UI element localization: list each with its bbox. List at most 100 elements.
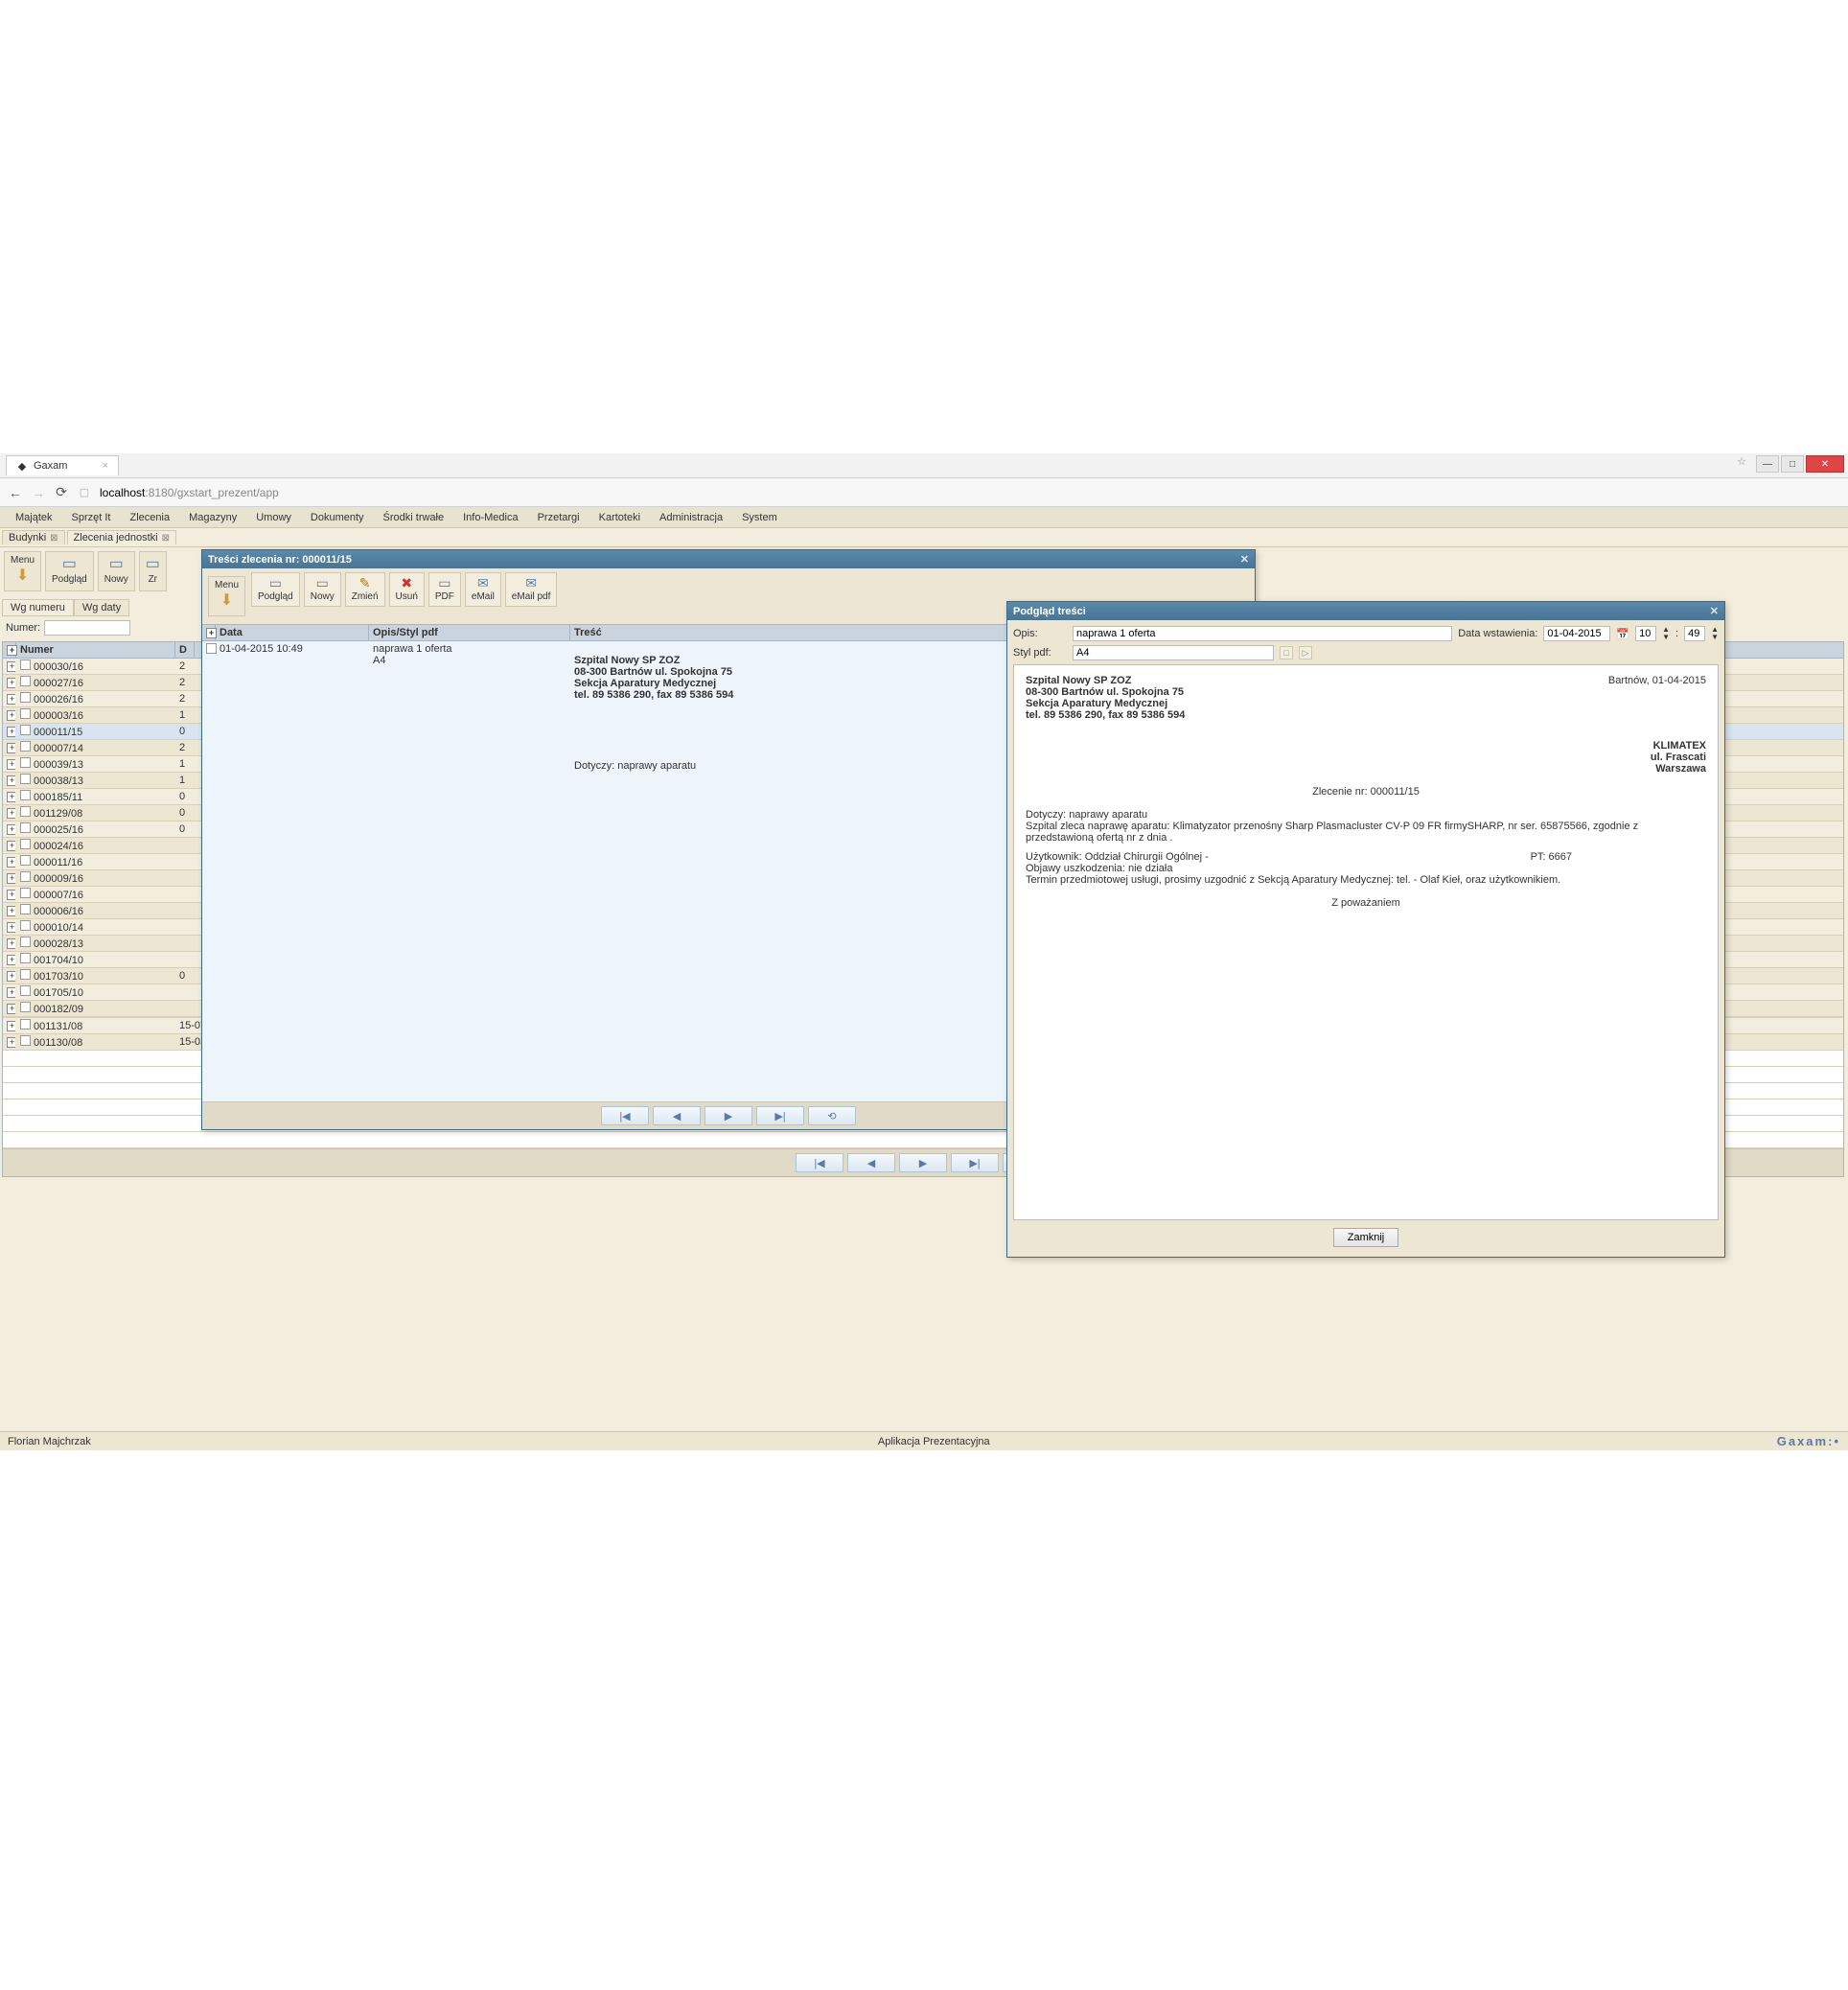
toolbar-button-email-pdf[interactable]: ✉eMail pdf (505, 572, 558, 607)
toolbar-button-pdf[interactable]: ▭PDF (428, 572, 461, 607)
styl-input[interactable] (1073, 645, 1274, 660)
toolbar-button-zmień[interactable]: ✎Zmień (345, 572, 385, 607)
menu-item[interactable]: Środki trwałe (374, 509, 454, 526)
row-checkbox[interactable] (20, 822, 31, 833)
m1-nav-refresh[interactable]: ⟲ (808, 1106, 856, 1125)
row-checkbox[interactable] (20, 871, 31, 882)
menu-item[interactable]: Majątek (6, 509, 62, 526)
expand-row-button[interactable]: + (7, 743, 16, 753)
opis-input[interactable] (1073, 626, 1452, 641)
expand-row-button[interactable]: + (7, 678, 16, 688)
expand-row-button[interactable]: + (7, 955, 16, 965)
tab-close-icon[interactable]: × (102, 460, 107, 472)
expand-row-button[interactable]: + (7, 987, 16, 998)
expand-row-button[interactable]: + (7, 710, 16, 721)
row-checkbox[interactable] (20, 888, 31, 898)
tab-close-icon[interactable]: ⊠ (50, 533, 58, 544)
modal1-menu-button[interactable]: Menu ⬇ (208, 576, 245, 616)
row-checkbox[interactable] (20, 659, 31, 670)
row-checkbox[interactable] (20, 741, 31, 752)
m1-nav-next[interactable]: ▶ (705, 1106, 752, 1125)
m1-col-data[interactable]: Data (216, 625, 369, 640)
document-tab[interactable]: Zlecenia jednostki⊠ (67, 530, 176, 544)
close-button[interactable]: Zamknij (1333, 1228, 1399, 1247)
m1-nav-last[interactable]: ▶| (756, 1106, 804, 1125)
expand-row-button[interactable]: + (7, 841, 16, 851)
nav-first-button[interactable]: |◀ (796, 1153, 843, 1172)
spinner-icon[interactable]: ▲▼ (1662, 626, 1670, 641)
expand-row-button[interactable]: + (7, 694, 16, 705)
nav-next-button[interactable]: ▶ (899, 1153, 947, 1172)
row-checkbox[interactable] (20, 969, 31, 980)
col-numer[interactable]: Numer (16, 642, 175, 658)
toolbar-button[interactable]: ▭Zr (139, 551, 167, 591)
document-tab[interactable]: Budynki⊠ (2, 530, 65, 544)
time-min-input[interactable] (1684, 626, 1705, 641)
toolbar-button[interactable]: ▭Nowy (98, 551, 135, 591)
row-checkbox[interactable] (20, 839, 31, 849)
expand-row-button[interactable]: + (7, 808, 16, 819)
expand-row-button[interactable]: + (7, 1004, 16, 1014)
menu-item[interactable]: Umowy (246, 509, 301, 526)
expand-row-button[interactable]: + (7, 971, 16, 982)
menu-item[interactable]: Dokumenty (301, 509, 374, 526)
menu-item[interactable]: Sprzęt It (62, 509, 121, 526)
col-d[interactable]: D (175, 642, 195, 658)
nav-last-button[interactable]: ▶| (951, 1153, 999, 1172)
bookmark-star-icon[interactable]: ☆ (1737, 455, 1746, 473)
row-checkbox[interactable] (20, 774, 31, 784)
expand-row-button[interactable]: + (7, 775, 16, 786)
tab-close-icon[interactable]: ⊠ (162, 533, 170, 544)
row-checkbox[interactable] (20, 953, 31, 963)
row-checkbox[interactable] (20, 790, 31, 800)
row-checkbox[interactable] (20, 1002, 31, 1012)
toolbar-button-usuń[interactable]: ✖Usuń (389, 572, 425, 607)
row-checkbox[interactable] (20, 855, 31, 866)
expand-row-button[interactable]: + (7, 873, 16, 884)
play-icon[interactable]: ▷ (1299, 646, 1312, 659)
window-minimize-button[interactable]: — (1756, 455, 1779, 473)
row-checkbox[interactable] (20, 725, 31, 735)
toolbar-button-podgląd[interactable]: ▭Podgląd (251, 572, 300, 607)
menu-item[interactable]: Kartoteki (589, 509, 650, 526)
expand-row-button[interactable]: + (7, 922, 16, 933)
modal2-close-icon[interactable]: ✕ (1710, 605, 1719, 617)
stop-icon[interactable]: □ (1280, 646, 1293, 659)
filter-tab[interactable]: Wg daty (74, 599, 129, 616)
menu-item[interactable]: Zlecenia (121, 509, 180, 526)
time-hour-input[interactable] (1635, 626, 1656, 641)
toolbar-button[interactable]: ▭Podgląd (45, 551, 94, 591)
forward-icon[interactable]: → (31, 485, 46, 500)
m1-nav-first[interactable]: |◀ (601, 1106, 649, 1125)
expand-row-button[interactable]: + (7, 759, 16, 770)
row-checkbox[interactable] (20, 676, 31, 686)
filter-tab[interactable]: Wg numeru (2, 599, 74, 616)
back-icon[interactable]: ← (8, 485, 23, 500)
expand-row-button[interactable]: + (7, 824, 16, 835)
row-checkbox[interactable] (20, 920, 31, 931)
menu-item[interactable]: Info-Medica (453, 509, 527, 526)
calendar-icon[interactable]: 📅 (1616, 628, 1629, 640)
nav-prev-button[interactable]: ◀ (847, 1153, 895, 1172)
expand-row-button[interactable]: + (7, 661, 16, 672)
modal1-close-icon[interactable]: ✕ (1240, 553, 1249, 566)
menu-item[interactable]: Przetargi (528, 509, 589, 526)
toolbar-button-email[interactable]: ✉eMail (465, 572, 501, 607)
menu-item[interactable]: Magazyny (179, 509, 246, 526)
row-checkbox[interactable] (20, 708, 31, 719)
row-checkbox[interactable] (20, 985, 31, 996)
browser-tab[interactable]: ◆ Gaxam × (6, 455, 119, 475)
window-close-button[interactable]: ✕ (1806, 455, 1844, 473)
expand-row-button[interactable]: + (7, 938, 16, 949)
numer-input[interactable] (44, 620, 130, 636)
spinner-icon[interactable]: ▲▼ (1711, 626, 1719, 641)
row-checkbox[interactable] (20, 757, 31, 768)
row-checkbox[interactable] (20, 692, 31, 703)
reload-icon[interactable]: ⟳ (54, 485, 69, 500)
expand-row-button[interactable]: + (7, 727, 16, 737)
row-checkbox[interactable] (20, 806, 31, 817)
expand-row-button[interactable]: + (7, 792, 16, 802)
url-field[interactable]: localhost:8180/gxstart_prezent/app (100, 486, 279, 499)
row-checkbox[interactable] (20, 904, 31, 914)
row-checkbox[interactable] (20, 937, 31, 947)
